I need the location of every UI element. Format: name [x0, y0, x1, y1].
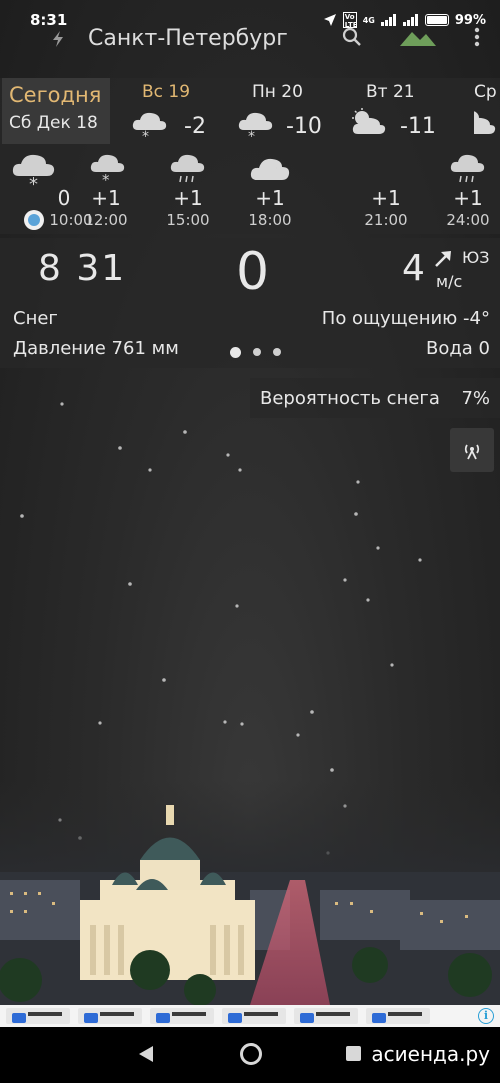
hour-time: 24:00 [446, 211, 490, 229]
page-dot-active [230, 347, 241, 358]
hour-item[interactable]: +1 21:00 [356, 186, 416, 230]
page-dot [253, 348, 261, 356]
wind-unit: м/с [436, 272, 463, 291]
day-name: Пн 20 [252, 82, 303, 102]
page-dot [273, 348, 281, 356]
day-today[interactable]: Сегодня Сб Дек 18 [2, 78, 110, 144]
home-icon[interactable] [240, 1043, 262, 1065]
back-icon[interactable] [138, 1045, 154, 1067]
now-indicator [24, 210, 44, 230]
feels-like: По ощущению -4° [321, 308, 490, 329]
day-item[interactable]: Пн 20 * -10 [238, 82, 342, 145]
pressure: Давление 761 мм [13, 338, 179, 359]
hour-value: +1 [91, 186, 121, 210]
snow-cloud-icon: * [76, 146, 136, 186]
watermark: асиенда.ру [371, 1042, 490, 1066]
current-time: 8 31 [38, 248, 127, 289]
app-bar: Санкт-Петербург [0, 24, 500, 54]
current-temperature: 0 [236, 242, 270, 302]
rain-cloud-icon [158, 146, 218, 186]
day-name: Ср [474, 82, 497, 102]
snow-probability-label: Вероятность снега [260, 387, 440, 409]
landscape-icon[interactable] [400, 28, 436, 50]
svg-text:*: * [142, 129, 149, 142]
day-item[interactable]: Ср [474, 82, 500, 144]
snow-cloud-icon: * [4, 146, 64, 190]
svg-text:*: * [248, 129, 255, 142]
day-temp: -2 [184, 114, 206, 139]
hour-value: +1 [453, 186, 483, 210]
recents-icon[interactable] [346, 1046, 361, 1061]
hour-item[interactable]: * [4, 146, 64, 190]
ad-item[interactable] [222, 1008, 286, 1024]
snow-probability: Вероятность снега 7% [250, 378, 500, 418]
ad-item[interactable] [366, 1008, 430, 1024]
hour-time: 21:00 [364, 211, 408, 229]
hour-value: +1 [173, 186, 203, 210]
ad-item[interactable] [78, 1008, 142, 1024]
hour-item[interactable]: * +1 12:00 [76, 146, 136, 230]
daily-forecast-strip: Сегодня Сб Дек 18 Вс 19 * -2 Пн 20 * -10… [0, 78, 500, 146]
partly-cloudy-icon [348, 108, 388, 142]
ad-banner[interactable]: i [0, 1005, 500, 1027]
refresh-icon[interactable] [50, 30, 66, 52]
day-temp: -11 [400, 114, 436, 139]
today-date: Сб Дек 18 [9, 113, 98, 133]
ad-item[interactable] [294, 1008, 358, 1024]
ad-item[interactable] [6, 1008, 70, 1024]
svg-text:*: * [102, 171, 110, 186]
rain-cloud-icon [438, 146, 498, 186]
current-conditions-panel[interactable]: 8 31 0 4 ЮЗ м/с Снег По ощущению -4° Дав… [0, 238, 500, 368]
search-icon[interactable] [342, 27, 362, 51]
today-label: Сегодня [9, 83, 102, 107]
hour-value: +1 [371, 186, 401, 210]
condition-text: Снег [13, 308, 58, 329]
rain-cloud-icon [276, 146, 277, 186]
hour-item[interactable]: +1 24:00 [438, 146, 498, 230]
snow-cloud-icon: * [236, 108, 276, 146]
snow-probability-value: 7% [461, 387, 490, 409]
snow-cloud-icon: * [130, 108, 170, 146]
hour-time: 15:00 [166, 211, 210, 229]
ad-info-icon[interactable]: i [478, 1008, 494, 1024]
wind-direction-arrow-icon [432, 248, 454, 274]
hour-item[interactable]: +1 18:00 [240, 146, 300, 230]
radar-button[interactable] [450, 428, 494, 472]
radar-icon [464, 444, 480, 460]
water-temperature: Вода 0 [425, 338, 490, 359]
day-item[interactable]: Вт 21 -11 [352, 82, 456, 144]
ad-item[interactable] [150, 1008, 214, 1024]
page-indicator[interactable] [230, 347, 281, 358]
day-name: Вт 21 [366, 82, 415, 102]
day-item[interactable]: Вс 19 * -2 [132, 82, 232, 145]
city-name[interactable]: Санкт-Петербург [88, 28, 328, 50]
partly-cloudy-icon [474, 108, 498, 142]
more-vert-icon[interactable] [474, 27, 480, 51]
hour-time: 18:00 [248, 211, 292, 229]
hour-item[interactable]: +1 15:00 [158, 146, 218, 230]
day-temp: -10 [286, 114, 322, 139]
hour-time: 12:00 [84, 211, 128, 229]
system-navigation-bar: асиенда.ру [0, 1027, 500, 1083]
city-photo [0, 780, 500, 1005]
hour-value: +1 [255, 186, 285, 210]
cloud-icon [240, 146, 300, 186]
wind-direction: ЮЗ [462, 248, 490, 267]
wind-speed: 4 [402, 248, 425, 289]
hourly-forecast-strip: * 0 10:00 * +1 12:00 +1 15:00 +1 18:00 +… [0, 146, 500, 234]
hour-item[interactable] [276, 146, 277, 186]
day-name: Вс 19 [142, 82, 191, 102]
